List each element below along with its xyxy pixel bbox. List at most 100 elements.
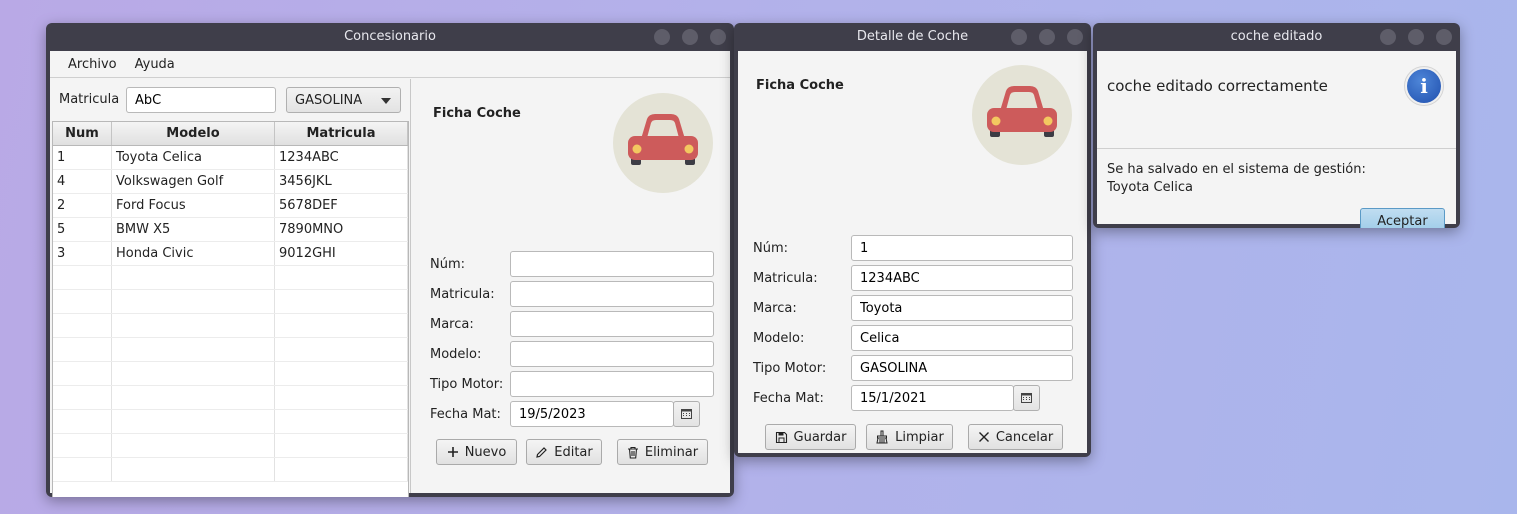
column-header-modelo[interactable]: Modelo [112,122,275,145]
dialog-title: coche editado [1230,29,1323,44]
main-window-title: Concesionario [344,29,436,44]
marca-input[interactable] [510,311,714,337]
empty-row [53,410,408,434]
motor-input[interactable] [510,371,714,397]
motor-type-select[interactable]: GASOLINA [286,87,401,113]
column-header-num[interactable]: Num [53,122,112,145]
dialog-message-line2: Toyota Celica [1107,180,1193,195]
aceptar-button[interactable]: Aceptar [1360,208,1445,228]
dialog-content: coche editado correctamente i Se ha salv… [1097,51,1456,228]
table-row[interactable]: 4 Volkswagen Golf 3456JKL [53,170,408,194]
menu-archivo[interactable]: Archivo [59,57,126,72]
column-header-matricula[interactable]: Matricula [275,122,408,145]
calendar-icon [681,409,692,419]
empty-row [53,290,408,314]
cell-num: 4 [53,170,112,193]
motor-input[interactable] [851,355,1073,381]
limpiar-button[interactable]: Limpiar [866,424,953,450]
car-icon [613,93,713,193]
marca-label: Marca: [430,317,474,332]
nuevo-button[interactable]: Nuevo [436,439,517,465]
minimize-button[interactable] [1011,29,1027,45]
table-row[interactable]: 2 Ford Focus 5678DEF [53,194,408,218]
cell-modelo: Ford Focus [112,194,275,217]
main-window-titlebar[interactable]: Concesionario [46,23,734,51]
dialog-titlebar[interactable]: coche editado [1093,23,1460,51]
save-icon [775,431,787,443]
motor-type-selected: GASOLINA [295,93,363,108]
info-icon: i [1404,66,1444,106]
matricula-input[interactable] [510,281,714,307]
empty-row [53,314,408,338]
dialog-header-area: coche editado correctamente i [1097,51,1456,149]
cell-matricula: 1234ABC [275,146,408,169]
menu-bar: Archivo Ayuda [50,51,730,78]
marca-input[interactable] [851,295,1073,321]
detail-window-titlebar[interactable]: Detalle de Coche [734,23,1091,51]
cell-num: 5 [53,218,112,241]
table-row[interactable]: 1 Toyota Celica 1234ABC [53,146,408,170]
table-row[interactable]: 3 Honda Civic 9012GHI [53,242,408,266]
cell-modelo: BMW X5 [112,218,275,241]
info-dialog: coche editado coche editado correctament… [1093,23,1460,228]
empty-row [53,458,408,482]
matricula-label: Matricula: [430,287,495,302]
cars-table: Num Modelo Matricula 1 Toyota Celica 123… [52,121,409,497]
eliminar-label: Eliminar [644,444,699,460]
num-input[interactable] [510,251,714,277]
minimize-button[interactable] [654,29,670,45]
broom-icon [876,430,888,444]
table-header: Num Modelo Matricula [53,122,408,146]
empty-row [53,434,408,458]
guardar-label: Guardar [793,429,847,445]
close-button[interactable] [710,29,726,45]
ficha-title: Ficha Coche [433,106,521,121]
empty-row [53,266,408,290]
modelo-label: Modelo: [430,347,482,362]
close-icon [978,432,989,442]
marca-label: Marca: [753,301,797,316]
eliminar-button[interactable]: Eliminar [617,439,708,465]
detail-window-title: Detalle de Coche [856,29,969,44]
main-window-content: Archivo Ayuda Matricula GASOLINA Num Mod… [50,51,730,497]
maximize-button[interactable] [1039,29,1055,45]
maximize-button[interactable] [1408,29,1424,45]
cancelar-button[interactable]: Cancelar [968,424,1063,450]
modelo-input[interactable] [510,341,714,367]
detail-window: Detalle de Coche Ficha Coche Núm: Matric… [734,23,1091,457]
num-input[interactable] [851,235,1073,261]
matricula-filter-input[interactable] [126,87,276,113]
date-picker-button[interactable] [673,401,700,427]
nuevo-label: Nuevo [464,444,507,460]
fecha-label: Fecha Mat: [753,391,824,406]
empty-row [53,362,408,386]
cell-matricula: 9012GHI [275,242,408,265]
calendar-icon [1021,393,1032,403]
cell-matricula: 3456JKL [275,170,408,193]
empty-row [53,386,408,410]
cell-num: 1 [53,146,112,169]
close-button[interactable] [1067,29,1083,45]
maximize-button[interactable] [682,29,698,45]
matricula-input[interactable] [851,265,1073,291]
cell-num: 3 [53,242,112,265]
dialog-message-line1: Se ha salvado en el sistema de gestión: [1107,162,1366,177]
fecha-input[interactable] [510,401,674,427]
modelo-input[interactable] [851,325,1073,351]
plus-icon [447,447,458,457]
table-row[interactable]: 5 BMW X5 7890MNO [53,218,408,242]
guardar-button[interactable]: Guardar [765,424,856,450]
fecha-label: Fecha Mat: [430,407,501,422]
trash-icon [627,446,638,459]
close-button[interactable] [1436,29,1452,45]
pencil-icon [536,446,548,458]
info-icon-glyph: i [1407,69,1441,103]
cell-matricula: 5678DEF [275,194,408,217]
minimize-button[interactable] [1380,29,1396,45]
date-picker-button[interactable] [1013,385,1040,411]
cell-num: 2 [53,194,112,217]
fecha-input[interactable] [851,385,1014,411]
editar-button[interactable]: Editar [526,439,602,465]
menu-ayuda[interactable]: Ayuda [126,57,184,72]
num-label: Núm: [753,241,789,256]
